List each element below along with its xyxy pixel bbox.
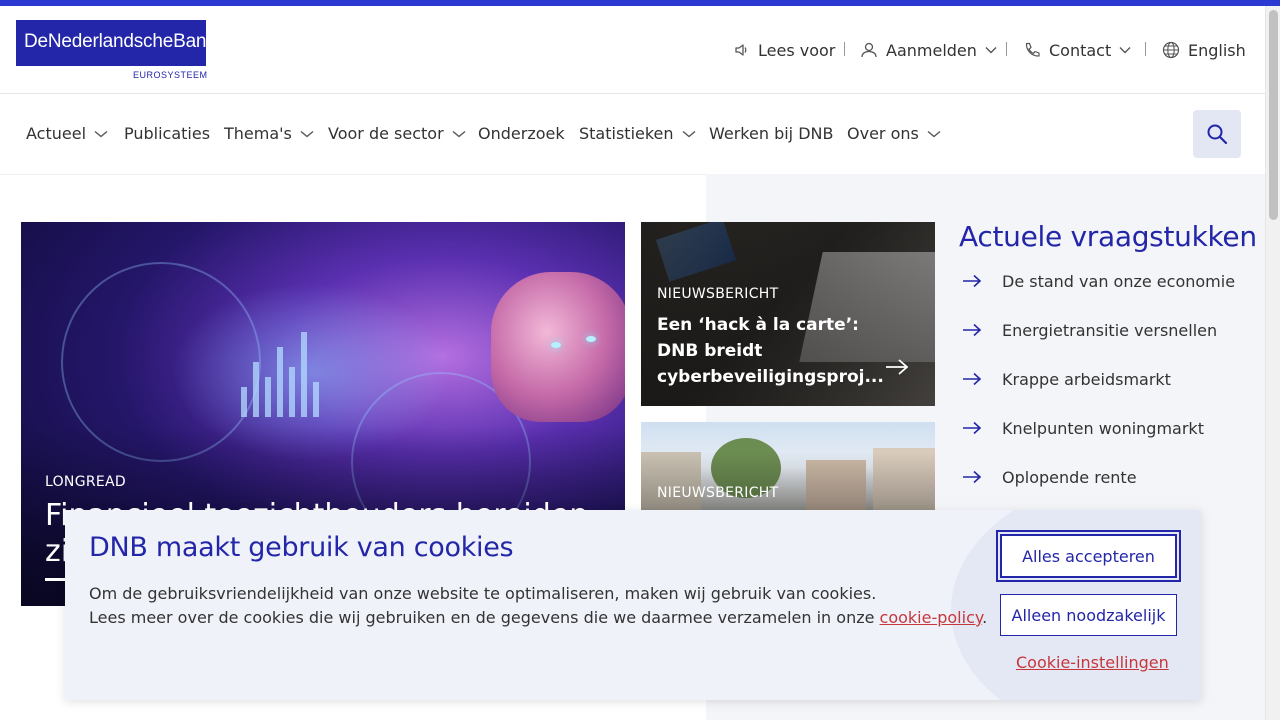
chevron-down-icon <box>927 130 941 137</box>
utility-divider <box>844 42 845 56</box>
logo[interactable]: DeNederlandscheBank <box>16 20 216 66</box>
cookie-description-text: Lees meer over de cookies die wij gebrui… <box>89 608 880 627</box>
nav-item-label: Actueel <box>26 124 87 143</box>
logo-subtitle: EUROSYSTEEM <box>133 70 208 80</box>
contact-menu[interactable]: Contact <box>1023 38 1139 62</box>
search-icon <box>1207 124 1228 145</box>
issue-link[interactable]: Knelpunten woningmarkt <box>962 416 1204 440</box>
nav-item-themas[interactable]: Thema's <box>224 124 314 143</box>
cookie-description: Om de gebruiksvriendelijkheid van onze w… <box>89 582 987 630</box>
user-icon <box>861 42 877 58</box>
news-tag: NIEUWSBERICHT <box>657 286 779 302</box>
nav-item-actueel[interactable]: Actueel <box>26 124 108 143</box>
nav-item-label: Statistieken <box>579 124 674 143</box>
cookie-policy-link[interactable]: cookie-policy <box>880 608 983 627</box>
nav-item-label: Onderzoek <box>478 124 565 143</box>
hero-image-bars <box>241 332 319 417</box>
arrow-right-icon <box>963 274 982 288</box>
language-switch[interactable]: English <box>1162 38 1246 62</box>
issue-label: Energietransitie versnellen <box>1002 320 1218 340</box>
nav-item-publicaties[interactable]: Publicaties <box>124 124 210 143</box>
speaker-icon <box>735 44 747 56</box>
arrow-right-icon <box>963 470 982 484</box>
cookie-description-line: Om de gebruiksvriendelijkheid van onze w… <box>89 584 877 603</box>
nav-item-werken-bij-dnb[interactable]: Werken bij DNB <box>709 124 833 143</box>
cookie-settings-link[interactable]: Cookie-instellingen <box>1016 653 1169 672</box>
site-header: DeNederlandscheBank EUROSYSTEEM Lees voo… <box>0 6 1265 94</box>
accept-all-button[interactable]: Alles accepteren <box>996 530 1181 582</box>
arrow-right-icon <box>886 359 909 375</box>
chevron-down-icon <box>1119 47 1131 54</box>
issue-label: De stand van onze economie <box>1002 271 1236 291</box>
contact-label: Contact <box>1049 40 1112 60</box>
nav-item-statistieken[interactable]: Statistieken <box>579 124 696 143</box>
necessary-only-button[interactable]: Alleen noodzakelijk <box>1000 594 1177 636</box>
news-card[interactable]: NIEUWSBERICHT Een ‘hack à la carte’: DNB… <box>641 222 935 406</box>
hero-tag: LONGREAD <box>45 474 126 490</box>
utility-divider <box>1006 42 1007 56</box>
news-card[interactable]: NIEUWSBERICHT <box>641 422 935 522</box>
nav-item-onderzoek[interactable]: Onderzoek <box>478 124 565 143</box>
chevron-down-icon <box>300 130 314 137</box>
nav-item-label: Voor de sector <box>328 124 444 143</box>
issue-label: Knelpunten woningmarkt <box>1002 418 1204 438</box>
arrow-right-icon <box>963 421 982 435</box>
hero-image-robot-eye <box>586 336 596 342</box>
cookie-title: DNB maakt gebruik van cookies <box>89 532 514 563</box>
issues-heading: Actuele vraagstukken <box>959 220 1257 253</box>
cookie-banner: DNB maakt gebruik van cookies Om de gebr… <box>65 510 1201 700</box>
main-navigation: Actueel Publicaties Thema's Voor de sect… <box>0 94 1265 174</box>
news-title[interactable]: Een ‘hack à la carte’: DNB breidt cyberb… <box>657 312 884 390</box>
issue-link[interactable]: Oplopende rente <box>962 465 1137 489</box>
read-aloud-label: Lees voor <box>758 40 836 60</box>
login-label: Aanmelden <box>886 40 977 60</box>
page-scrollbar[interactable] <box>1265 6 1280 720</box>
issue-label: Krappe arbeidsmarkt <box>1002 369 1171 389</box>
chevron-down-icon <box>682 130 695 137</box>
read-aloud-button[interactable]: Lees voor <box>734 38 835 62</box>
nav-item-label: Werken bij DNB <box>709 124 834 143</box>
nav-item-over-ons[interactable]: Over ons <box>847 124 941 143</box>
arrow-right-icon <box>963 372 982 386</box>
issue-link[interactable]: Energietransitie versnellen <box>962 318 1217 342</box>
search-button[interactable] <box>1193 110 1241 158</box>
phone-icon <box>1025 42 1040 57</box>
nav-item-label: Thema's <box>224 124 292 143</box>
language-label: English <box>1188 40 1246 60</box>
scrollbar-thumb[interactable] <box>1269 10 1278 220</box>
chevron-down-icon <box>452 130 466 137</box>
nav-item-label: Publicaties <box>124 124 211 143</box>
news-image-shade <box>641 422 935 522</box>
issue-link[interactable]: Krappe arbeidsmarkt <box>962 367 1171 391</box>
arrow-right-icon <box>963 323 982 337</box>
cookie-description-line: Lees meer over de cookies die wij gebrui… <box>89 606 987 630</box>
chevron-down-icon <box>94 130 108 137</box>
news-tag: NIEUWSBERICHT <box>657 485 779 501</box>
globe-icon <box>1162 41 1180 59</box>
issue-link[interactable]: De stand van onze economie <box>962 269 1235 293</box>
hero-image-robot-eye <box>551 342 561 348</box>
issue-label: Oplopende rente <box>1002 467 1137 487</box>
nav-item-label: Over ons <box>847 124 919 143</box>
nav-item-voor-de-sector[interactable]: Voor de sector <box>328 124 466 143</box>
utility-divider <box>1145 42 1146 56</box>
cookie-description-text: . <box>982 608 988 627</box>
login-menu[interactable]: Aanmelden <box>860 38 1005 62</box>
chevron-down-icon <box>985 47 997 54</box>
